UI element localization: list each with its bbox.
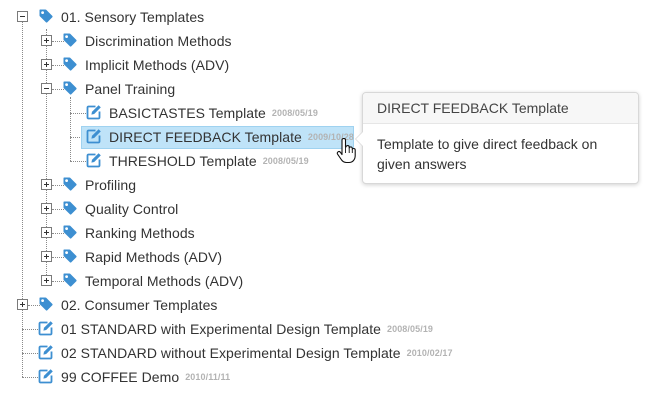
tree-node-sensory-templates[interactable]: 01. Sensory Templates [61,6,204,28]
tree-node-consumer-templates[interactable]: 02. Consumer Templates [61,294,217,316]
expand-toggle[interactable] [41,275,52,286]
expand-toggle[interactable] [41,251,52,262]
tree-line [22,21,23,377]
expand-toggle[interactable] [41,227,52,238]
tree-node-panel-training[interactable]: Panel Training [85,78,175,100]
node-label: Ranking Methods [85,225,195,241]
node-label: Profiling [85,177,137,193]
node-label: Quality Control [85,201,179,217]
node-date: 2010/02/17 [406,348,453,358]
expand-toggle[interactable] [41,59,52,70]
edit-icon [86,152,102,168]
node-date: 2008/05/19 [262,156,309,166]
node-label: DIRECT FEEDBACK Template [109,129,302,145]
tree-node-basictastes-template[interactable]: BASICTASTES Template 2008/05/19 [109,102,318,124]
expand-toggle[interactable] [17,299,28,310]
tree-node-standard-exp-template[interactable]: 01 STANDARD with Experimental Design Tem… [61,318,433,340]
tree-node-threshold-template[interactable]: THRESHOLD Template 2008/05/19 [109,150,309,172]
tree-line [70,113,86,114]
template-tree: 01. Sensory Templates Discrimination Met… [0,0,654,403]
node-label: Panel Training [85,81,176,97]
edit-icon [86,104,102,120]
tree-node-discrimination-methods[interactable]: Discrimination Methods [85,30,232,52]
tooltip-title: DIRECT FEEDBACK Template [363,93,638,124]
tree-line [22,377,38,378]
tree-node-ranking-methods[interactable]: Ranking Methods [85,222,195,244]
tag-icon [62,80,78,96]
node-label: THRESHOLD Template [109,153,257,169]
node-label: 99 COFFEE Demo [61,369,180,385]
tag-icon [62,56,78,72]
expand-toggle[interactable] [41,203,52,214]
tree-node-standard-noexp-template[interactable]: 02 STANDARD without Experimental Design … [61,342,453,364]
tree-node-quality-control[interactable]: Quality Control [85,198,178,220]
expand-toggle[interactable] [41,35,52,46]
tag-icon [62,224,78,240]
node-label: Temporal Methods (ADV) [85,273,244,289]
template-tooltip: DIRECT FEEDBACK Template Template to giv… [355,92,639,184]
tag-icon [62,32,78,48]
node-date: 2008/05/19 [386,324,434,334]
tag-icon [62,200,78,216]
tag-icon [62,248,78,264]
tree-line [22,353,38,354]
tree-line [22,329,38,330]
node-label: Implicit Methods (ADV) [85,57,230,73]
node-label: BASICTASTES Template [109,105,266,121]
edit-icon [38,320,54,336]
tree-node-rapid-methods[interactable]: Rapid Methods (ADV) [85,246,222,268]
edit-icon [38,368,54,384]
collapse-toggle[interactable] [41,83,52,94]
node-date: 2008/05/19 [271,108,318,118]
tree-node-profiling[interactable]: Profiling [85,174,136,196]
node-label: 02. Consumer Templates [61,297,218,313]
hand-cursor-icon [336,138,356,164]
tree-node-direct-feedback-template[interactable]: DIRECT FEEDBACK Template 2009/10/28 [109,126,354,148]
tag-icon [62,272,78,288]
node-date: 2010/11/11 [185,372,231,382]
tree-line [70,161,86,162]
tooltip-body: Template to give direct feedback on give… [377,136,598,172]
tag-icon [38,8,54,24]
node-label: 01 STANDARD with Experimental Design Tem… [61,321,381,337]
node-label: Rapid Methods (ADV) [85,249,223,265]
tree-line [70,97,71,161]
tree-node-temporal-methods[interactable]: Temporal Methods (ADV) [85,270,243,292]
tag-icon [62,176,78,192]
collapse-toggle[interactable] [17,11,28,22]
tree-node-coffee-demo[interactable]: 99 COFFEE Demo 2010/11/11 [61,366,230,388]
node-label: Discrimination Methods [85,33,232,49]
edit-icon [38,344,54,360]
edit-icon [86,128,102,144]
node-label: 01. Sensory Templates [61,9,205,25]
expand-toggle[interactable] [41,179,52,190]
tree-node-implicit-methods[interactable]: Implicit Methods (ADV) [85,54,229,76]
node-label: 02 STANDARD without Experimental Design … [61,345,401,361]
tag-icon [38,296,54,312]
